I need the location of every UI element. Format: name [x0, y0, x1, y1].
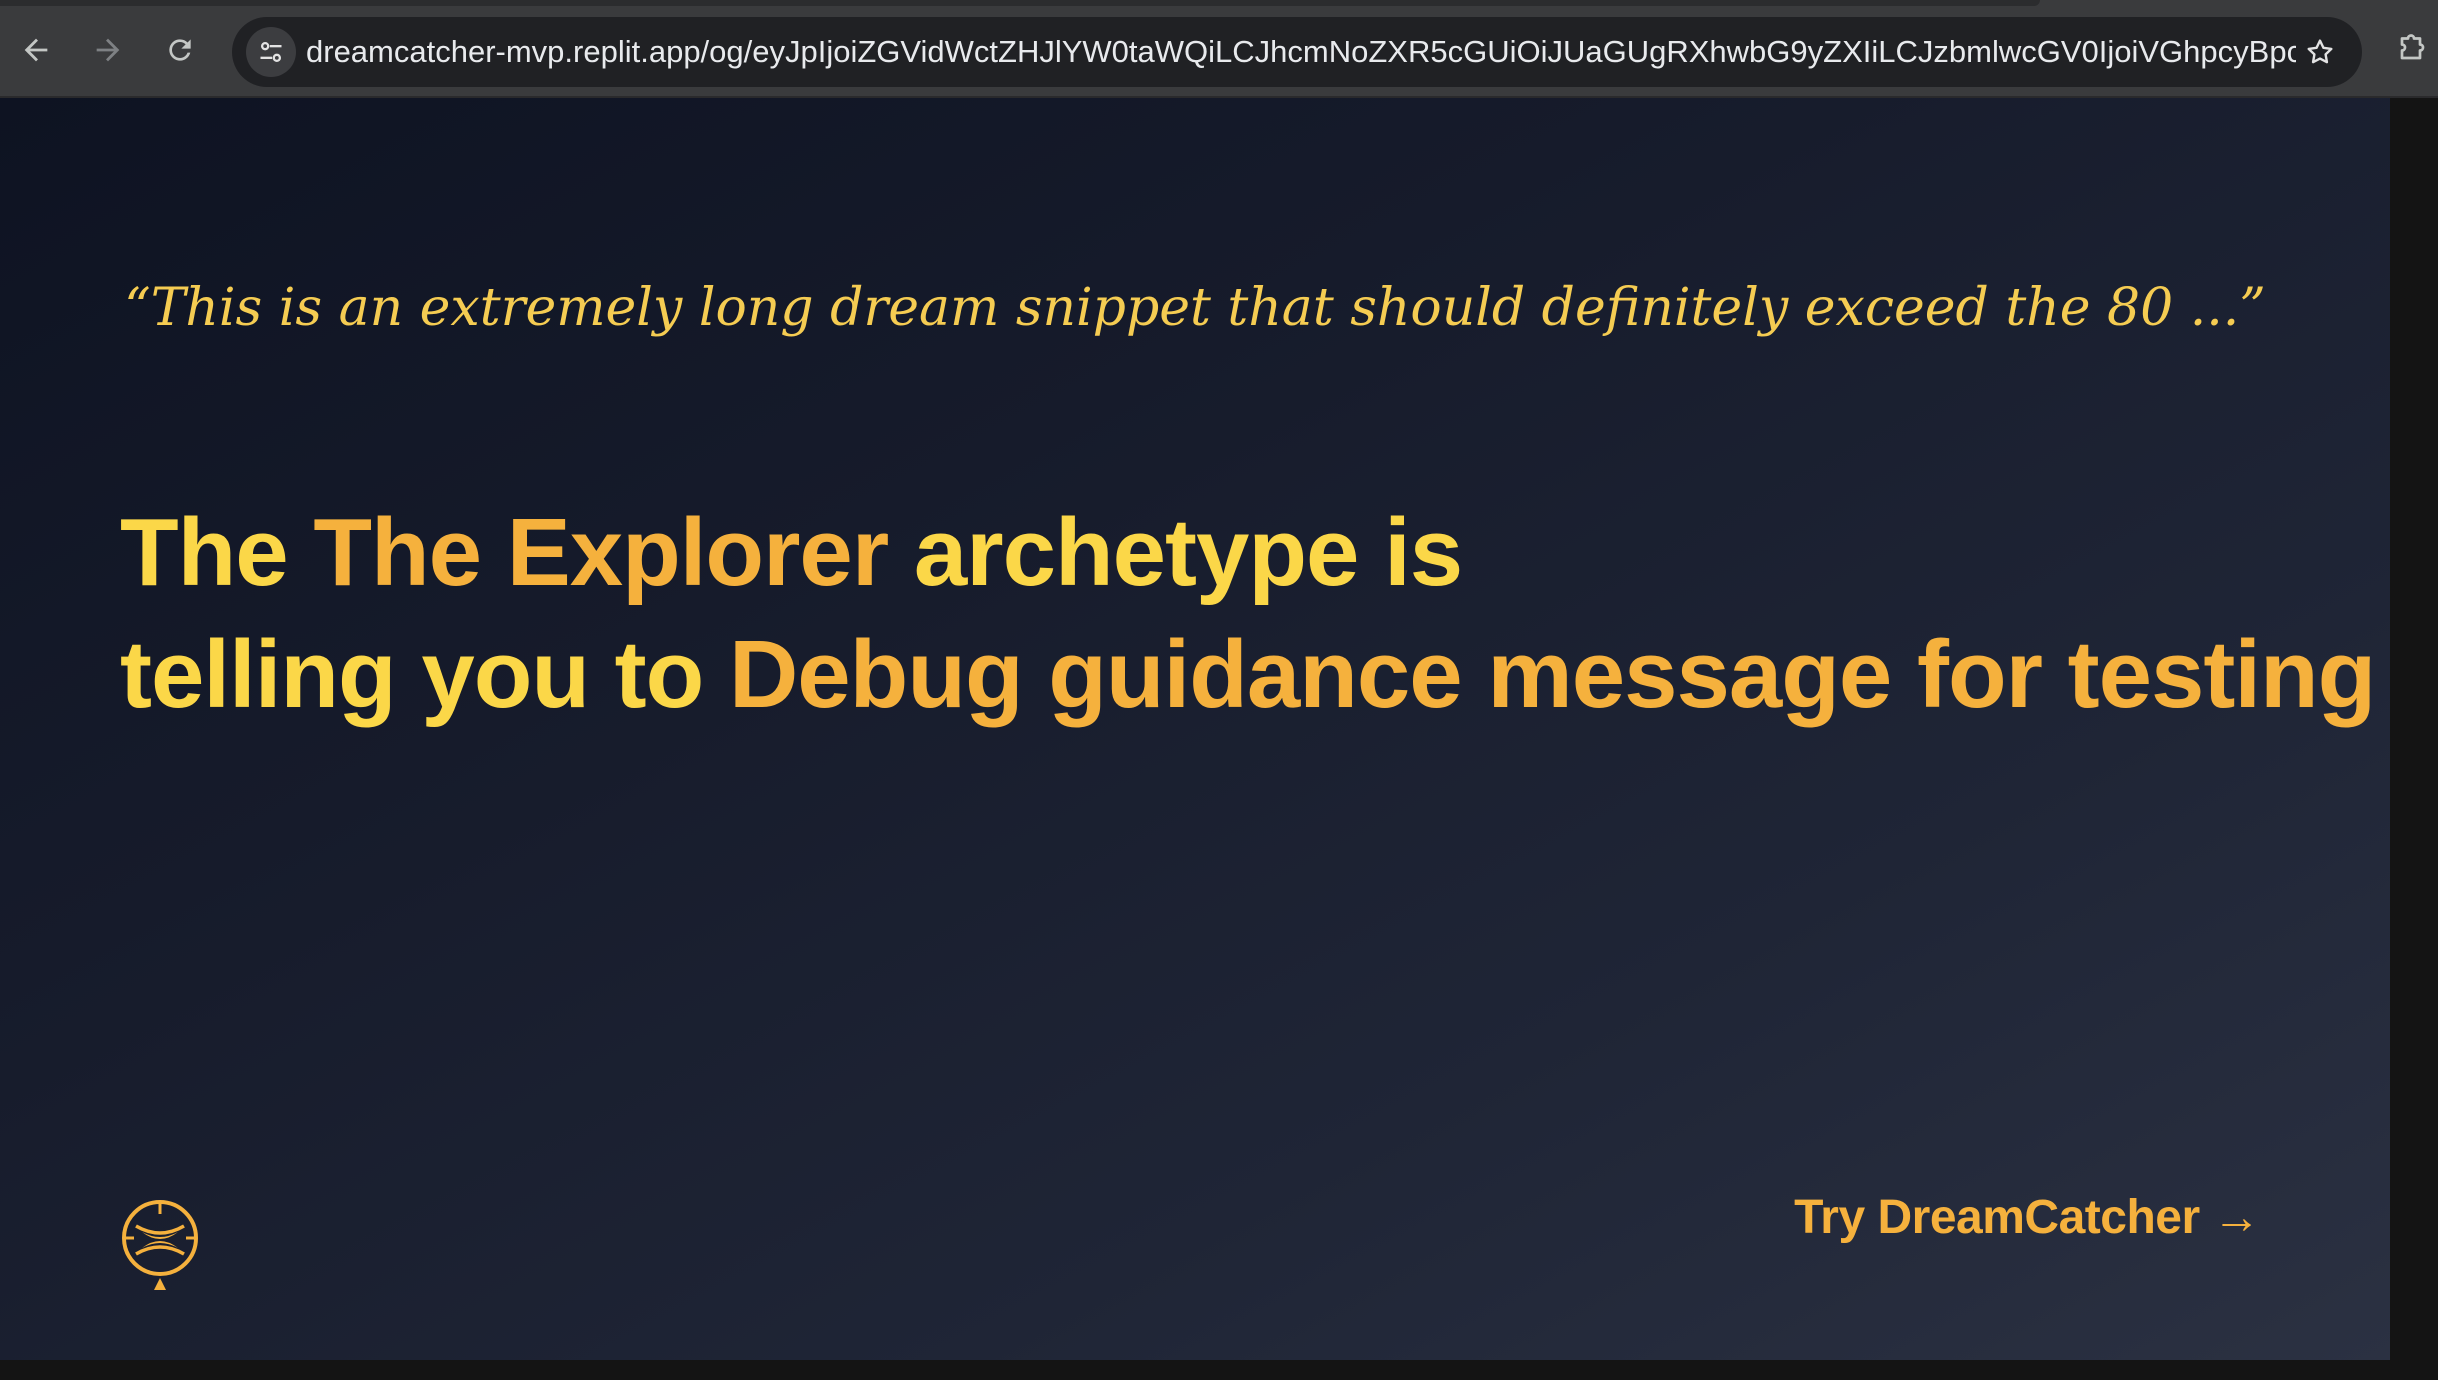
arrow-left-icon — [24, 38, 48, 62]
address-bar[interactable]: dreamcatcher-mvp.replit.app/og/eyJpIjoiZ… — [232, 17, 2362, 87]
reload-button[interactable] — [152, 22, 208, 78]
page-viewport: “This is an extremely long dream snippet… — [0, 98, 2390, 1360]
arrow-right-icon — [96, 38, 120, 62]
guidance-message: Debug guidance message for testing . — [728, 621, 2390, 728]
archetype-headline: The The Explorer archetype is telling yo… — [120, 492, 2390, 736]
scrollbar-gutter — [2390, 98, 2438, 1380]
back-button[interactable] — [8, 22, 64, 78]
tune-icon — [260, 41, 282, 63]
puzzle-icon — [2400, 34, 2425, 60]
archetype-name: The Explorer — [313, 499, 889, 606]
dream-quote: “This is an extremely long dream snippet… — [124, 278, 2266, 338]
window-bottom-edge — [0, 1360, 2438, 1380]
url-text[interactable]: dreamcatcher-mvp.replit.app/og/eyJpIjoiZ… — [306, 17, 2296, 87]
tab-strip-edge — [0, 0, 2040, 6]
try-dreamcatcher-link[interactable]: Try DreamCatcher → — [1794, 1190, 2260, 1245]
bookmark-button[interactable] — [2298, 30, 2342, 74]
headline-mid-2: telling you to — [120, 621, 729, 728]
star-icon — [2307, 39, 2333, 64]
headline-prefix: The — [120, 499, 314, 606]
dreamcatcher-logo-icon — [120, 1198, 200, 1294]
site-info-button[interactable] — [246, 27, 296, 77]
headline-line-2: telling you to Debug guidance message fo… — [120, 614, 2390, 736]
extensions-button[interactable] — [2396, 28, 2438, 72]
browser-toolbar: dreamcatcher-mvp.replit.app/og/eyJpIjoiZ… — [0, 0, 2438, 98]
forward-button[interactable] — [80, 22, 136, 78]
headline-line-1: The The Explorer archetype is — [120, 492, 2380, 614]
headline-mid-1: archetype is — [888, 499, 1463, 606]
reload-icon — [169, 39, 191, 61]
